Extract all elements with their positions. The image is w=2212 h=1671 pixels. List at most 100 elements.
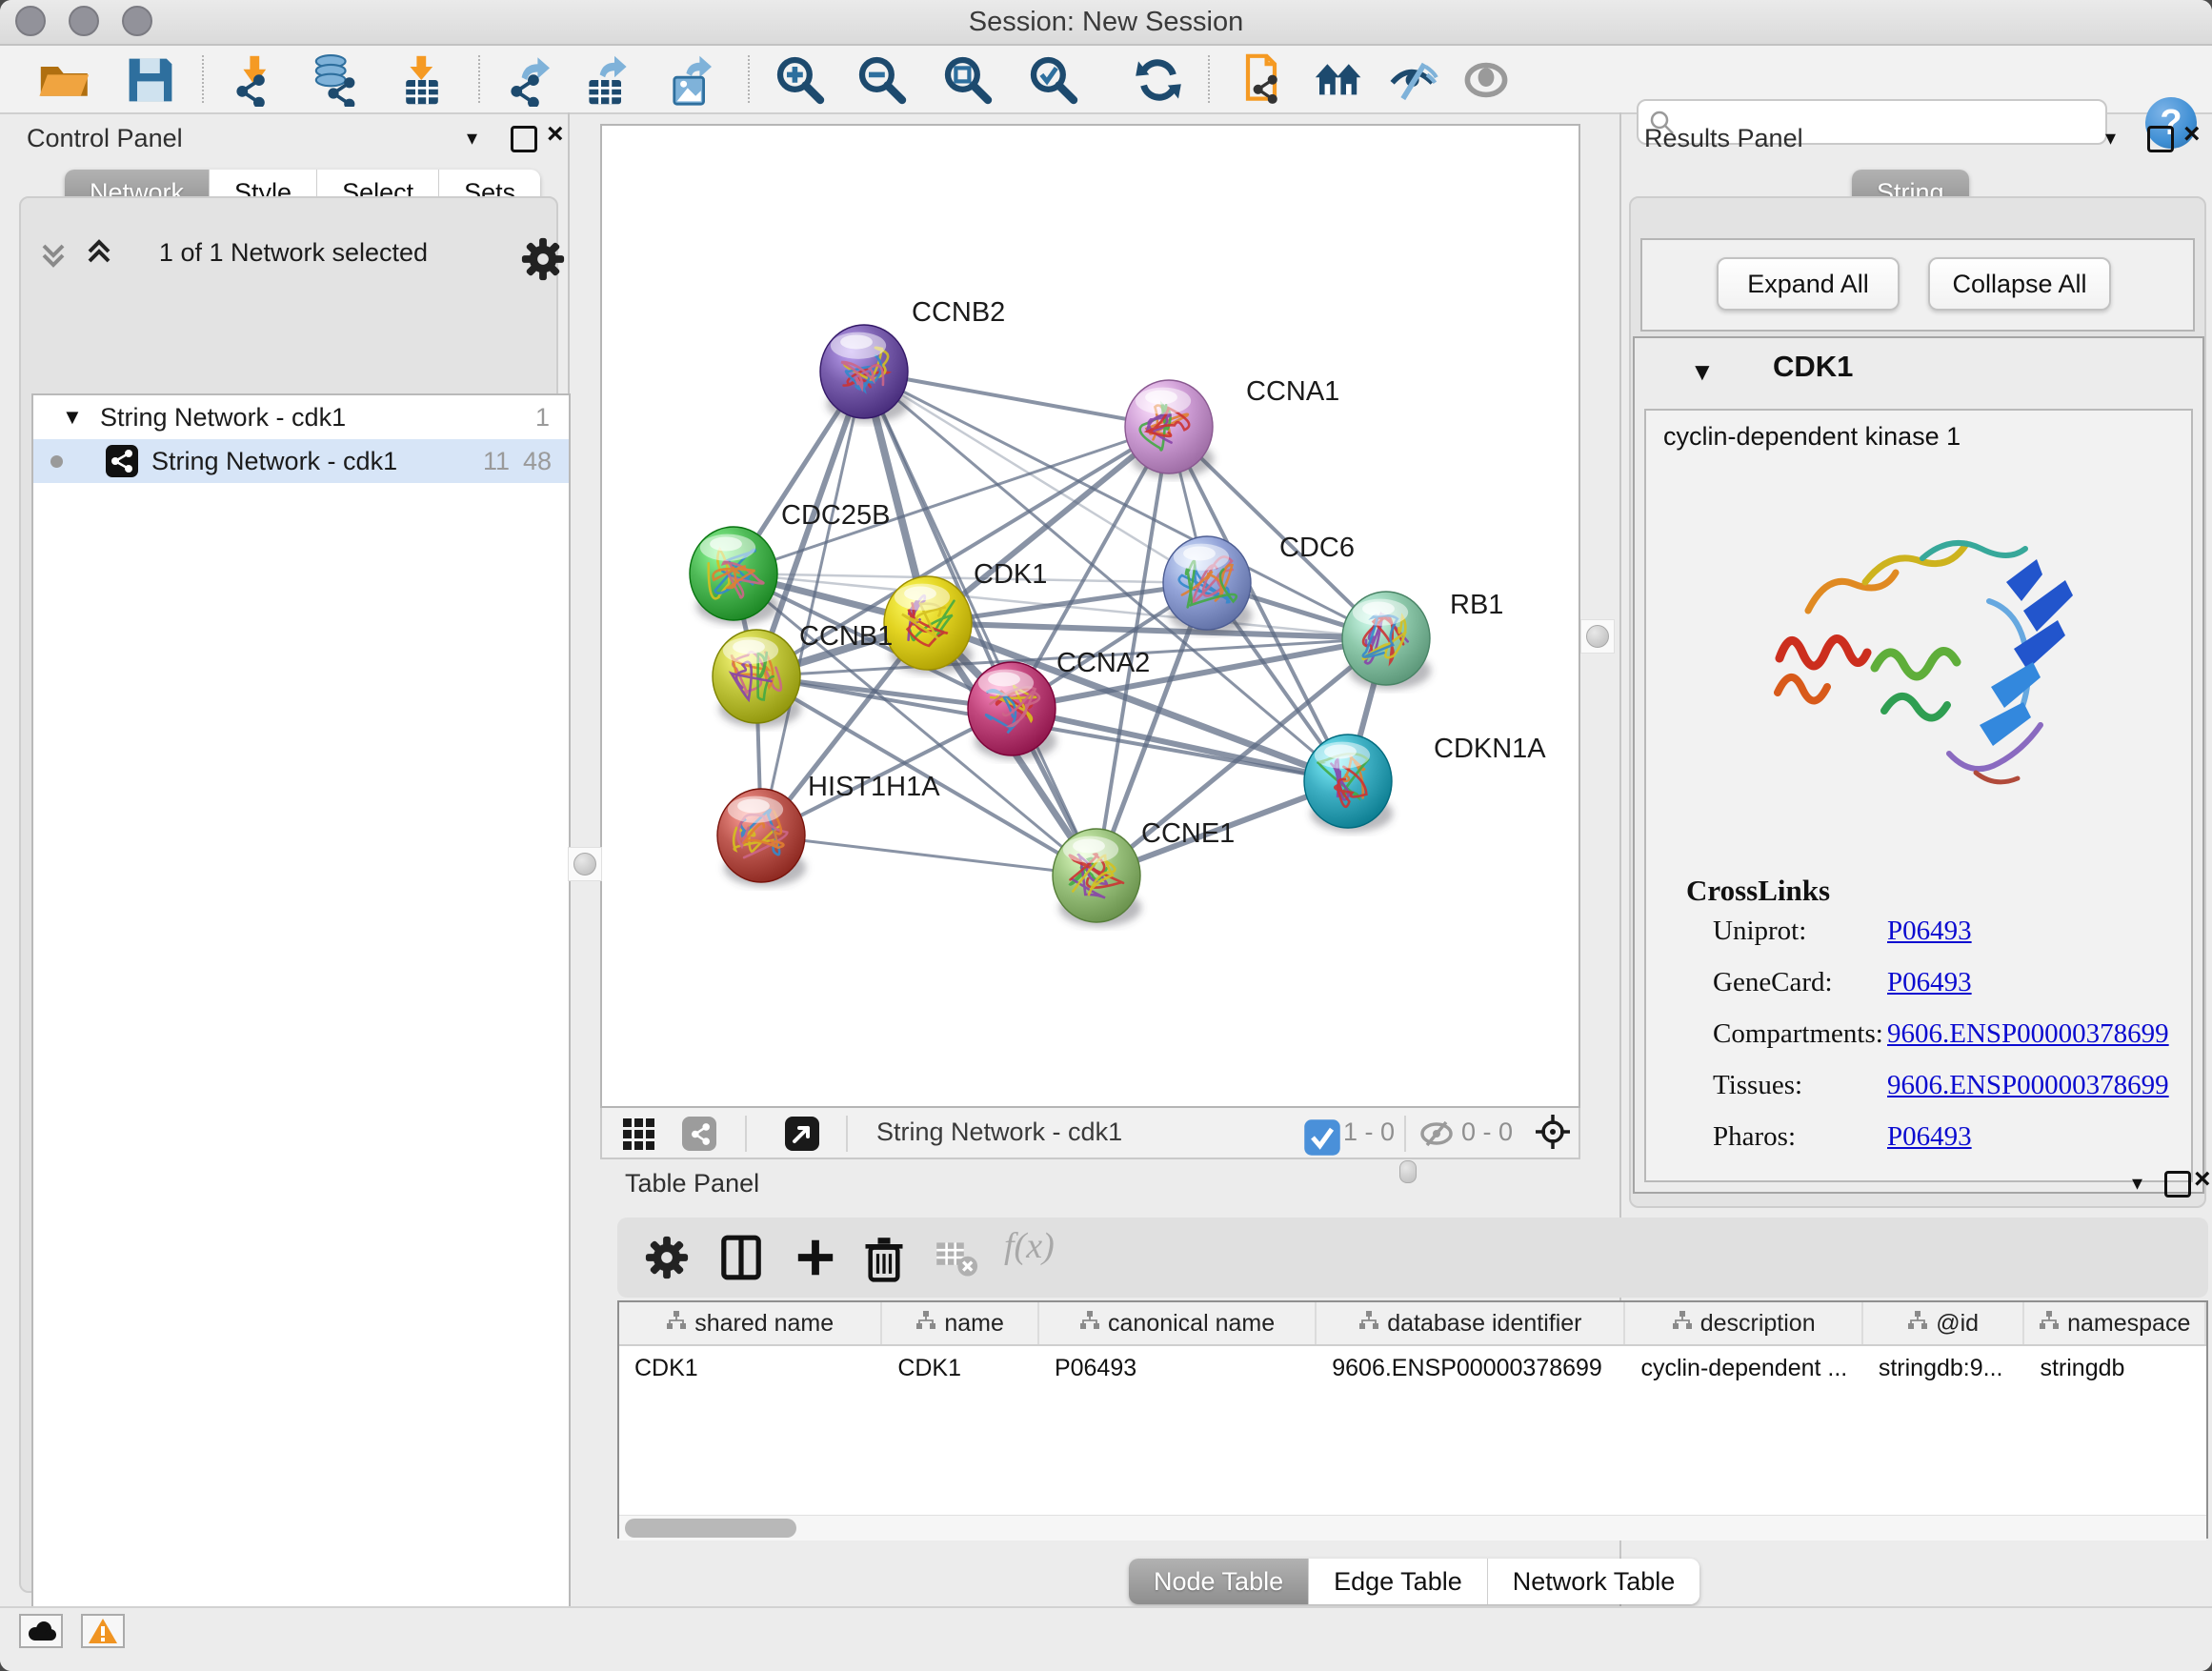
right-splitter-handle[interactable] [1580,619,1615,654]
zoom-out-icon[interactable] [855,53,909,107]
column-header-name[interactable]: name [882,1302,1039,1344]
zoom-in-icon[interactable] [774,53,827,107]
column-sort-icon [1907,1310,1928,1338]
float-panel-icon[interactable] [2164,1171,2191,1198]
table-row[interactable]: CDK1CDK1P064939606.ENSP00000378699cyclin… [619,1346,2206,1390]
export-table-icon[interactable] [581,53,634,107]
export-network-icon[interactable] [503,53,556,107]
create-column-icon[interactable] [791,1233,840,1282]
refresh-icon[interactable] [1132,53,1185,107]
float-panel-icon[interactable] [2147,126,2174,152]
node-label-CDKN1A: CDKN1A [1434,734,1546,764]
footer-separator [846,1116,848,1152]
left-splitter-handle[interactable] [568,847,602,881]
column-header-namespace[interactable]: namespace [2024,1302,2206,1344]
fit-selected-crosshair-icon[interactable] [1534,1113,1572,1151]
cloud-icon [25,1619,57,1643]
column-sort-icon [1079,1310,1100,1338]
network-row-selected[interactable]: String Network - cdk1 11 48 [33,439,569,483]
gene-expander-icon[interactable]: ▼ [1690,357,1715,387]
column-sort-icon [915,1310,936,1338]
export-image-icon[interactable] [665,53,718,107]
table-cell: stringdb:9... [1863,1346,2025,1390]
crosslink-row: Uniprot: P06493 [1646,916,2195,967]
expand-all-button[interactable]: Expand All [1717,257,1900,311]
table-settings-gear-icon[interactable] [642,1233,692,1282]
hidden-count: 0 - 0 [1461,1117,1513,1147]
node-CDK1 [884,576,973,674]
zoom-fit-icon[interactable] [941,53,995,107]
close-panel-icon[interactable]: × [2183,118,2201,151]
column-header-canonical-name[interactable]: canonical name [1039,1302,1317,1344]
open-session-icon[interactable] [38,53,91,107]
collapse-all-button[interactable]: Collapse All [1928,257,2111,311]
delete-column-icon[interactable] [859,1233,909,1282]
birds-eye-view-icon[interactable] [783,1115,821,1153]
crosslinks-title: CrossLinks [1686,874,1830,908]
column-header-description[interactable]: description [1625,1302,1862,1344]
hidden-items-icon[interactable] [1418,1115,1456,1153]
eye-icon[interactable] [1459,53,1513,107]
control-panel-title: Control Panel [27,124,183,153]
string-home-icon[interactable] [1313,53,1366,107]
crosslinks-list: Uniprot: P06493 GeneCard: P06493 Compart… [1646,916,2195,1173]
network-options-gear-icon[interactable] [518,234,568,289]
network-list: ▼ String Network - cdk1 1 String Network… [31,393,571,1671]
warning-icon [88,1618,118,1644]
panel-menu-icon[interactable]: ▾ [2132,1171,2142,1196]
crosslink-link[interactable]: P06493 [1887,916,1972,947]
tab-node-table[interactable]: Node Table [1129,1559,1309,1604]
collection-label: String Network - cdk1 [100,395,346,439]
node-HIST1H1A [717,789,806,887]
column-header-shared-name[interactable]: shared name [619,1302,882,1344]
network-canvas[interactable]: CCNB2CCNA1CDC25BCDK1CDC6RB1CCNB1CCNA2CDK… [600,124,1580,1108]
table-cell: P06493 [1039,1346,1317,1390]
node-CCNB2 [820,325,909,423]
scrollbar-thumb[interactable] [625,1519,796,1538]
column-header-database-identifier[interactable]: database identifier [1317,1302,1625,1344]
close-panel-icon[interactable]: × [2194,1163,2211,1196]
selected-checkbox-icon[interactable] [1303,1118,1341,1157]
node-count: 11 [483,439,510,483]
column-header--id[interactable]: @id [1863,1302,2025,1344]
node-table[interactable]: shared namenamecanonical namedatabase id… [617,1300,2208,1539]
edge-count: 48 [523,439,552,483]
cloud-status-button[interactable] [19,1614,63,1648]
node-label-CDK1: CDK1 [974,559,1047,590]
import-database-icon[interactable] [307,53,360,107]
network-label: String Network - cdk1 [151,439,397,483]
table-horizontal-scrollbar[interactable] [619,1515,2206,1540]
float-panel-icon[interactable] [511,126,537,152]
crosslink-link[interactable]: 9606.ENSP00000378699 [1887,1018,2169,1050]
network-collection-row[interactable]: ▼ String Network - cdk1 1 [33,395,569,439]
import-network-icon[interactable] [229,53,282,107]
panel-menu-icon[interactable]: ▾ [467,126,477,151]
close-panel-icon[interactable]: × [547,118,564,151]
warning-status-button[interactable] [81,1614,125,1648]
collapse-all-networks-icon[interactable] [36,236,70,275]
delete-table-icon [932,1233,981,1282]
crosslink-link[interactable]: P06493 [1887,1121,1972,1153]
collection-expander-icon[interactable]: ▼ [62,395,83,439]
import-table-icon[interactable] [395,53,449,107]
network-graph[interactable]: CCNB2CCNA1CDC25BCDK1CDC6RB1CCNB1CCNA2CDK… [602,126,1579,1106]
node-label-CCNA1: CCNA1 [1246,376,1339,407]
panel-menu-icon[interactable]: ▾ [2105,126,2116,151]
main-toolbar: ? [0,46,2212,114]
string-import-icon[interactable] [1235,53,1288,107]
footer-separator [1404,1116,1406,1152]
zoom-selected-icon[interactable] [1027,53,1080,107]
node-label-CCNB1: CCNB1 [799,621,893,652]
node-CCNB1 [713,630,801,728]
tab-network-table[interactable]: Network Table [1488,1559,1700,1604]
crosslink-row: Tissues: 9606.ENSP00000378699 [1646,1070,2195,1121]
hide-unhide-icon[interactable] [1387,53,1440,107]
expand-all-networks-icon[interactable] [82,236,116,275]
tab-edge-table[interactable]: Edge Table [1309,1559,1488,1604]
show-grid-icon[interactable] [619,1115,657,1153]
show-columns-icon[interactable] [716,1233,766,1282]
string-view-icon[interactable] [680,1115,718,1153]
save-session-icon[interactable] [124,53,177,107]
crosslink-link[interactable]: P06493 [1887,967,1972,998]
crosslink-link[interactable]: 9606.ENSP00000378699 [1887,1070,2169,1101]
